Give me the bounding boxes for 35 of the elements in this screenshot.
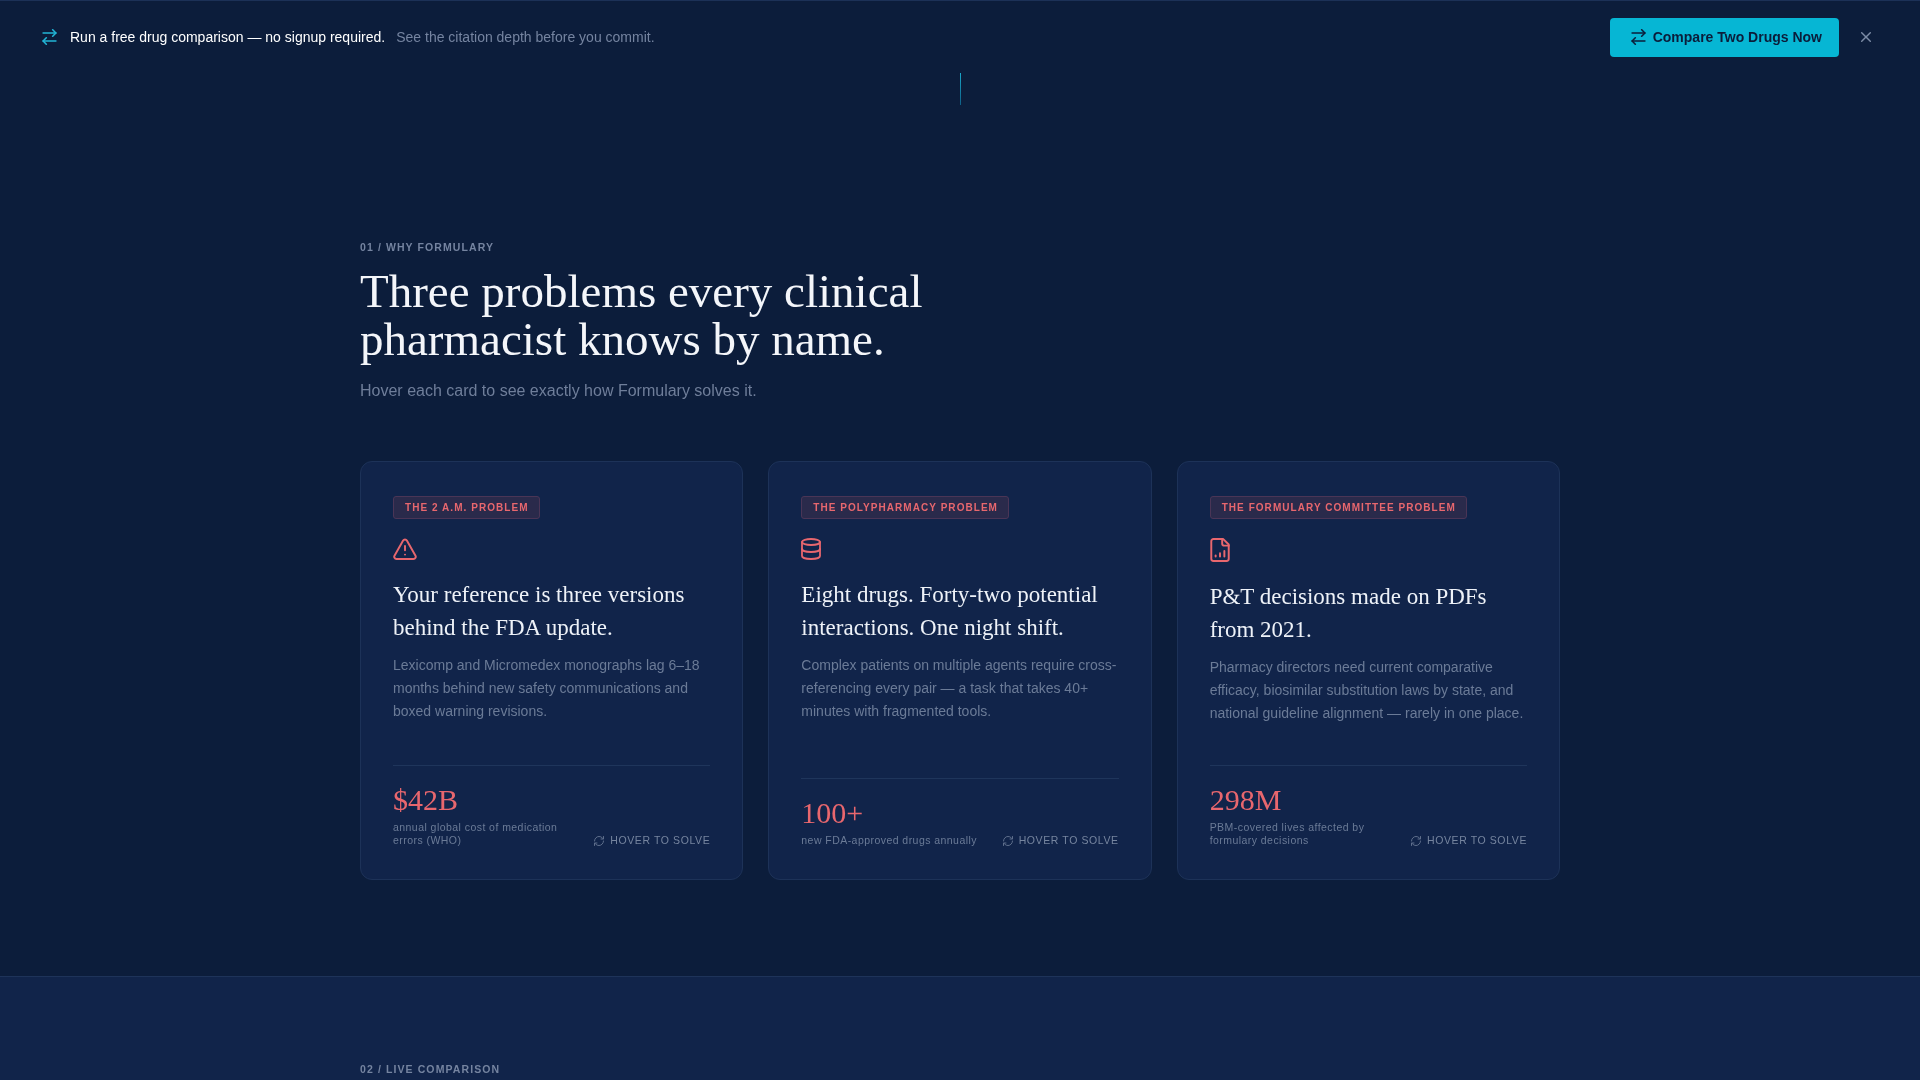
promo-message: Run a free drug comparison — no signup required. bbox=[70, 29, 386, 45]
refresh-icon bbox=[594, 835, 605, 846]
section-subtitle: Hover each card to see exactly how Formulary solves it. bbox=[360, 381, 758, 401]
card-title: P&T decisions made on PDFs from 2021. bbox=[1209, 583, 1488, 644]
stat-label: annual global cost of medication errors (WHO) bbox=[393, 821, 559, 847]
swap-arrows-icon bbox=[42, 29, 57, 45]
compare-drugs-button[interactable]: Compare Two Drugs Now bbox=[1609, 17, 1839, 57]
card-title: Eight drugs. Forty-two potential interactions. One night shift. bbox=[801, 581, 1099, 642]
stat-value: 298M bbox=[1209, 782, 1283, 818]
swap-arrows-icon bbox=[1630, 29, 1646, 45]
promo-note: See the citation depth before you commit. bbox=[396, 29, 655, 45]
database-icon bbox=[801, 538, 822, 560]
card-description: Lexicomp and Micromedex monographs lag 6–18 months behind new safety communications and boxed warning revisions. bbox=[393, 656, 701, 721]
problem-tag: THE FORMULARY COMMITTEE PROBLEM bbox=[1209, 496, 1467, 519]
card-description: Pharmacy directors need current comparative efficacy, biosimilar substitution laws by state, and national guideline alignment — rarely in one place. bbox=[1209, 658, 1525, 723]
hover-hint: HOVER TO SOLVE bbox=[1018, 834, 1119, 847]
card-description: Complex patients on multiple agents require cross-referencing every pair — a task that takes 40+ minutes with fragmented tools. bbox=[801, 656, 1118, 721]
hover-hint: HOVER TO SOLVE bbox=[610, 834, 711, 847]
section-eyebrow: 01 / WHY FORMULARY bbox=[360, 240, 496, 254]
refresh-icon bbox=[1411, 835, 1421, 846]
stat-value: $42B bbox=[393, 782, 459, 818]
accent-line bbox=[959, 73, 961, 105]
hover-hint: HOVER TO SOLVE bbox=[1427, 834, 1527, 847]
section-eyebrow: 02 / LIVE COMPARISON bbox=[360, 1063, 502, 1075]
section-heading: Three problems every clinical pharmacist knows by name. bbox=[360, 267, 924, 363]
close-icon[interactable] bbox=[1861, 32, 1871, 42]
refresh-icon bbox=[1002, 835, 1013, 846]
card-title: Your reference is three versions behind the FDA update. bbox=[393, 581, 686, 642]
problem-tag: THE 2 A.M. PROBLEM bbox=[393, 496, 540, 519]
stat-label: PBM-covered lives affected by formulary decisions bbox=[1209, 821, 1366, 847]
stat-label: new FDA-approved drugs annually bbox=[801, 834, 977, 847]
problem-tag: THE POLYPHARMACY PROBLEM bbox=[801, 496, 1009, 519]
stat-value: 100+ bbox=[801, 795, 865, 831]
warning-triangle-icon bbox=[393, 538, 417, 560]
document-chart-icon bbox=[1209, 538, 1230, 562]
